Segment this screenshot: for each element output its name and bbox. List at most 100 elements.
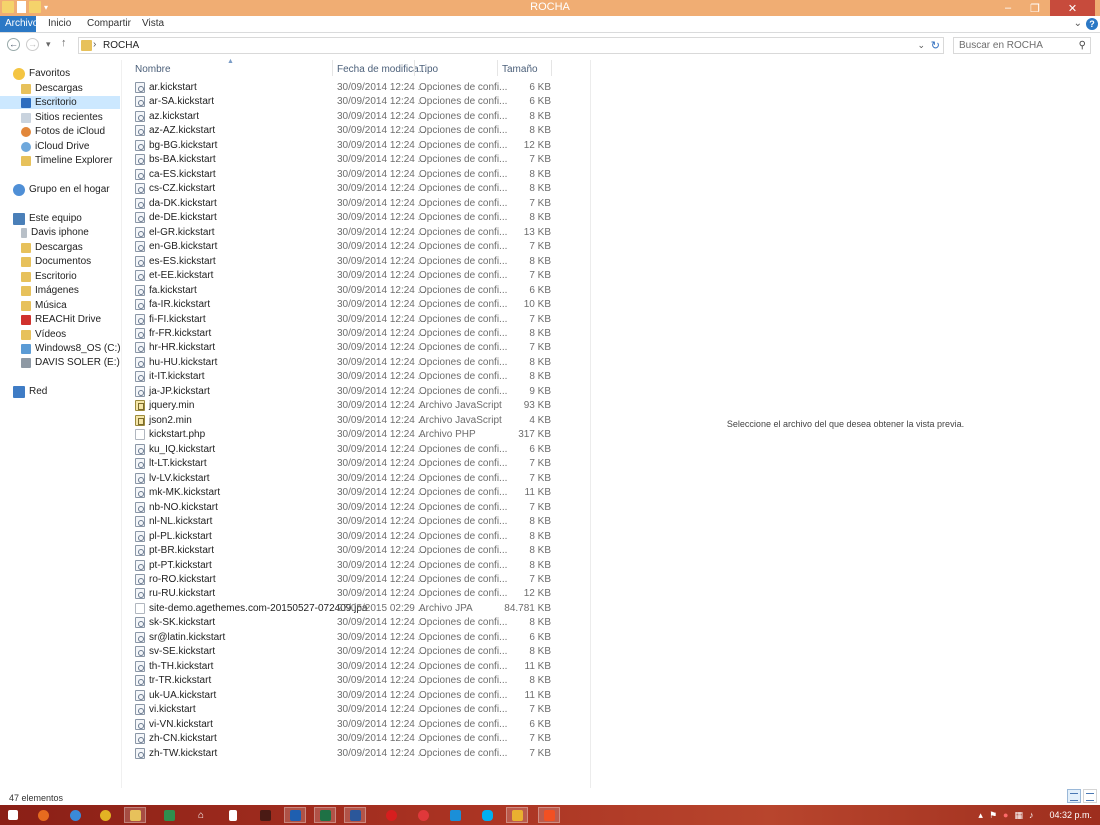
- nav-homegroup[interactable]: Grupo en el hogar: [13, 183, 110, 196]
- taskbar-file-explorer[interactable]: [124, 807, 146, 823]
- table-row[interactable]: fi-FI.kickstart 30/09/2014 12:24 ... Opcio…: [130, 313, 560, 327]
- taskbar-notepad[interactable]: [222, 807, 244, 823]
- table-row[interactable]: cs-CZ.kickstart 30/09/2014 12:24 ... Opcio…: [130, 182, 560, 196]
- maximize-button[interactable]: ❐: [1022, 0, 1048, 16]
- table-row[interactable]: ru-RU.kickstart 30/09/2014 12:24 ... Opcio…: [130, 587, 560, 601]
- table-row[interactable]: th-TH.kickstart 30/09/2014 12:24 ... Opcio…: [130, 660, 560, 674]
- table-row[interactable]: nl-NL.kickstart 30/09/2014 12:24 ... Opcio…: [130, 515, 560, 529]
- minimize-button[interactable]: –: [994, 0, 1022, 16]
- nav-this-pc[interactable]: Este equipo: [13, 212, 82, 225]
- address-bar[interactable]: › ROCHA ⌄ ↻: [78, 37, 944, 54]
- search-box[interactable]: ⚲: [953, 37, 1091, 54]
- table-row[interactable]: site-demo.agethemes.com-20150527-072409.…: [130, 602, 560, 616]
- table-row[interactable]: vi-VN.kickstart 30/09/2014 12:24 ... Opcio…: [130, 718, 560, 732]
- network-status-icon[interactable]: ▦: [1014, 810, 1023, 821]
- search-icon[interactable]: ⚲: [1079, 40, 1086, 51]
- table-row[interactable]: hr-HR.kickstart 30/09/2014 12:24 ... Opcio…: [130, 341, 560, 355]
- recent-locations-icon[interactable]: ▾: [46, 39, 51, 50]
- close-button[interactable]: ✕: [1050, 0, 1095, 16]
- table-row[interactable]: lt-LT.kickstart 30/09/2014 12:24 ... Opcio…: [130, 457, 560, 471]
- tab-inicio[interactable]: Inicio: [48, 18, 71, 29]
- nav-item-imagenes[interactable]: Imágenes: [21, 284, 79, 297]
- table-row[interactable]: pt-PT.kickstart 30/09/2014 12:24 ... Opcio…: [130, 559, 560, 573]
- table-row[interactable]: tr-TR.kickstart 30/09/2014 12:24 ... Opcio…: [130, 674, 560, 688]
- table-row[interactable]: ar.kickstart 30/09/2014 12:24 ... Opciones…: [130, 81, 560, 95]
- nav-item-sitios-recientes[interactable]: Sitios recientes: [21, 111, 103, 124]
- nav-item-musica[interactable]: Música: [21, 299, 67, 312]
- nav-item-davis-iphone[interactable]: Davis iphone: [21, 226, 89, 239]
- table-row[interactable]: mk-MK.kickstart 30/09/2014 12:24 ... Opcio…: [130, 486, 560, 500]
- taskbar-firefox[interactable]: [32, 807, 54, 823]
- table-row[interactable]: bg-BG.kickstart 30/09/2014 12:24 ... Opcio…: [130, 139, 560, 153]
- column-divider[interactable]: [497, 60, 498, 76]
- column-divider[interactable]: [332, 60, 333, 76]
- refresh-icon[interactable]: ↻: [931, 39, 940, 52]
- table-row[interactable]: bs-BA.kickstart 30/09/2014 12:24 ... Opcio…: [130, 153, 560, 167]
- table-row[interactable]: ca-ES.kickstart 30/09/2014 12:24 ... Opcio…: [130, 168, 560, 182]
- breadcrumb-separator-icon[interactable]: ›: [93, 39, 96, 50]
- nav-item-escritorio[interactable]: Escritorio: [0, 96, 120, 109]
- column-header-name[interactable]: Nombre: [135, 64, 171, 75]
- large-icons-view-button[interactable]: [1083, 789, 1097, 803]
- nav-item-documentos[interactable]: Documentos: [21, 255, 91, 268]
- table-row[interactable]: vi.kickstart 30/09/2014 12:24 ... Opciones…: [130, 703, 560, 717]
- clock[interactable]: 04:32 p.m.: [1049, 810, 1092, 820]
- taskbar-home[interactable]: ⌂: [190, 807, 212, 823]
- taskbar-app-blue[interactable]: [444, 807, 466, 823]
- up-button[interactable]: ↑: [61, 37, 67, 49]
- forward-button[interactable]: →: [26, 38, 39, 51]
- taskbar-acrobat[interactable]: [380, 807, 402, 823]
- nav-item-descargas[interactable]: Descargas: [21, 82, 119, 95]
- nav-item-videos[interactable]: Vídeos: [21, 328, 66, 341]
- volume-icon[interactable]: ♪: [1029, 810, 1034, 820]
- table-row[interactable]: zh-TW.kickstart 30/09/2014 12:24 ... Opcio…: [130, 747, 560, 761]
- tab-compartir[interactable]: Compartir: [87, 18, 131, 29]
- nav-item-pc-escritorio[interactable]: Escritorio: [21, 270, 77, 283]
- table-row[interactable]: es-ES.kickstart 30/09/2014 12:24 ... Opcio…: [130, 255, 560, 269]
- table-row[interactable]: fr-FR.kickstart 30/09/2014 12:24 ... Opcio…: [130, 327, 560, 341]
- table-row[interactable]: fa.kickstart 30/09/2014 12:24 ... Opciones…: [130, 284, 560, 298]
- table-row[interactable]: nb-NO.kickstart 30/09/2014 12:24 ... Opcio…: [130, 501, 560, 515]
- table-row[interactable]: fa-IR.kickstart 30/09/2014 12:24 ... Opcio…: [130, 298, 560, 312]
- taskbar-app-dark[interactable]: [254, 807, 276, 823]
- table-row[interactable]: json2.min 30/09/2014 12:24 ... Archivo Jav…: [130, 414, 560, 428]
- taskbar-app-yellow[interactable]: [506, 807, 528, 823]
- table-row[interactable]: lv-LV.kickstart 30/09/2014 12:24 ... Opcio…: [130, 472, 560, 486]
- table-row[interactable]: jquery.min 30/09/2014 12:24 ... Archivo Ja…: [130, 399, 560, 413]
- tab-archivo[interactable]: Archivo: [0, 16, 38, 32]
- table-row[interactable]: en-GB.kickstart 30/09/2014 12:24 ... Opcio…: [130, 240, 560, 254]
- taskbar-word[interactable]: [344, 807, 366, 823]
- table-row[interactable]: ku_IQ.kickstart 30/09/2014 12:24 ... Opcio…: [130, 443, 560, 457]
- nav-item-icloud-drive[interactable]: iCloud Drive: [21, 140, 89, 153]
- table-row[interactable]: sv-SE.kickstart 30/09/2014 12:24 ... Opcio…: [130, 645, 560, 659]
- help-icon[interactable]: ?: [1086, 18, 1098, 30]
- taskbar-app-red[interactable]: [412, 807, 434, 823]
- taskbar-outlook[interactable]: [284, 807, 306, 823]
- table-row[interactable]: de-DE.kickstart 30/09/2014 12:24 ... Opcio…: [130, 211, 560, 225]
- tab-vista[interactable]: Vista: [142, 18, 164, 29]
- table-row[interactable]: kickstart.php 30/09/2014 12:24 ... Archivo…: [130, 428, 560, 442]
- table-row[interactable]: da-DK.kickstart 30/09/2014 12:24 ... Opcio…: [130, 197, 560, 211]
- table-row[interactable]: hu-HU.kickstart 30/09/2014 12:24 ... Opcio…: [130, 356, 560, 370]
- show-hidden-icons-icon[interactable]: ▴: [978, 810, 983, 821]
- table-row[interactable]: az-AZ.kickstart 30/09/2014 12:24 ... Opcio…: [130, 124, 560, 138]
- expand-ribbon-icon[interactable]: ⌄: [1074, 18, 1082, 29]
- table-row[interactable]: uk-UA.kickstart 30/09/2014 12:24 ... Opcio…: [130, 689, 560, 703]
- table-row[interactable]: ar-SA.kickstart 30/09/2014 12:24 ... Opcio…: [130, 95, 560, 109]
- back-button[interactable]: ←: [7, 38, 20, 51]
- table-row[interactable]: pt-BR.kickstart 30/09/2014 12:24 ... Opcio…: [130, 544, 560, 558]
- nav-item-drive-e[interactable]: DAVIS SOLER (E:): [21, 356, 120, 369]
- table-row[interactable]: it-IT.kickstart 30/09/2014 12:24 ... Opcio…: [130, 370, 560, 384]
- column-header-size[interactable]: Tamaño: [502, 64, 538, 75]
- table-row[interactable]: pl-PL.kickstart 30/09/2014 12:24 ... Opcio…: [130, 530, 560, 544]
- taskbar-excel[interactable]: [314, 807, 336, 823]
- table-row[interactable]: sk-SK.kickstart 30/09/2014 12:24 ... Opcio…: [130, 616, 560, 630]
- taskbar-chrome[interactable]: [94, 807, 116, 823]
- nav-item-fotos-icloud[interactable]: Fotos de iCloud: [21, 125, 105, 138]
- nav-item-reachit-drive[interactable]: REACHit Drive: [21, 313, 101, 326]
- taskbar-app-green[interactable]: [158, 807, 180, 823]
- start-button[interactable]: [2, 807, 24, 823]
- table-row[interactable]: el-GR.kickstart 30/09/2014 12:24 ... Opcio…: [130, 226, 560, 240]
- breadcrumb-rocha[interactable]: ROCHA: [103, 40, 139, 51]
- nav-item-drive-c[interactable]: Windows8_OS (C:): [21, 342, 121, 355]
